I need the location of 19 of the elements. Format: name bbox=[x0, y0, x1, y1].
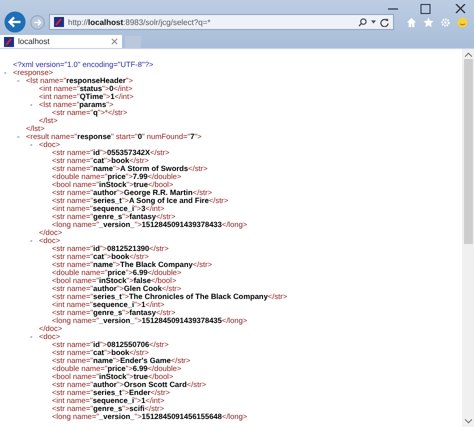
window-controls-drawing[interactable] bbox=[388, 4, 468, 14]
search-icon[interactable] bbox=[358, 18, 367, 26]
star-icon[interactable] bbox=[423, 16, 434, 28]
address-bar[interactable]: http://localhost:8983/solr/jcg/select?q=* bbox=[49, 14, 394, 30]
scroll-thumb[interactable] bbox=[464, 59, 472, 244]
scroll-down-icon[interactable] bbox=[464, 419, 472, 424]
refresh-icon[interactable] bbox=[380, 18, 389, 26]
site-icon bbox=[4, 36, 14, 46]
scroll-up-icon[interactable] bbox=[464, 52, 472, 57]
forward-icon[interactable] bbox=[30, 14, 45, 30]
home-icon[interactable] bbox=[406, 16, 417, 28]
scrollbar[interactable] bbox=[462, 49, 474, 427]
browser-tab[interactable]: localhost bbox=[0, 35, 122, 48]
caret-icon[interactable] bbox=[371, 20, 376, 24]
settings-icon[interactable] bbox=[440, 16, 451, 28]
smiley-icon[interactable] bbox=[457, 16, 468, 28]
back-icon[interactable] bbox=[4, 11, 26, 33]
close-icon[interactable] bbox=[111, 38, 118, 45]
site-icon bbox=[54, 17, 64, 27]
